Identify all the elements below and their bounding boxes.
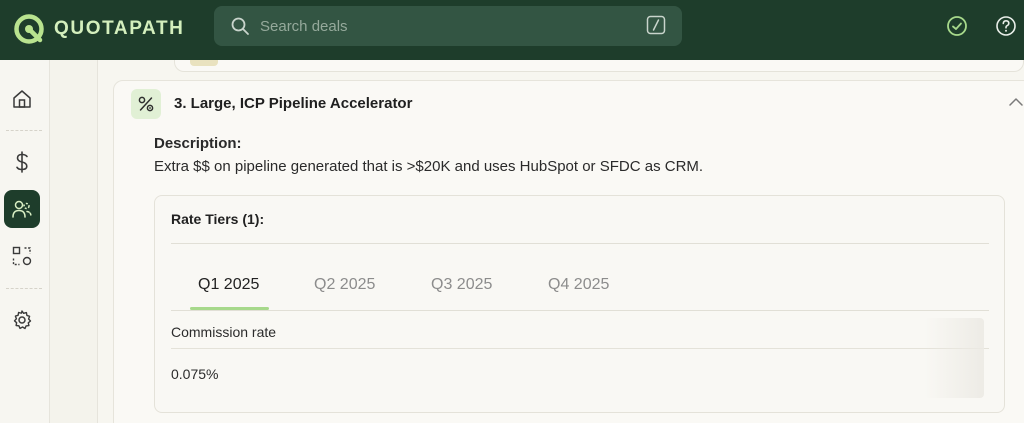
nav-divider [6,130,42,131]
nav-commissions[interactable] [4,143,40,181]
nav-assignments[interactable] [4,237,40,275]
help-icon[interactable] [995,15,1017,37]
blurred-area [924,318,984,398]
previous-card-tab [190,60,218,66]
search-icon [231,17,249,35]
users-icon [12,200,32,218]
check-circle-icon[interactable] [946,15,968,37]
description-text: Extra $$ on pipeline generated that is >… [154,158,704,175]
previous-card-edge [174,60,1024,72]
nav-divider [6,288,42,289]
accelerator-icon-badge [131,89,161,119]
secondary-gutter [50,60,98,423]
home-icon [13,90,31,108]
logo[interactable]: QUOTAPATH [12,10,185,48]
brand-name: QUOTAPATH [54,18,185,39]
nav-home[interactable] [4,80,40,118]
search-bar[interactable] [214,6,682,46]
rate-tiers-label: Rate Tiers (1): [171,211,265,227]
tab-q3-2025[interactable]: Q3 2025 [431,276,492,294]
tab-q2-2025[interactable]: Q2 2025 [314,276,375,294]
description-label: Description: [154,135,242,152]
tab-q1-2025[interactable]: Q1 2025 [198,276,259,294]
top-bar: QUOTAPATH [0,0,1024,60]
nav-team[interactable] [4,190,40,228]
commission-rate-value: 0.075% [171,366,219,382]
nav-settings[interactable] [4,301,40,339]
dollar-icon [16,151,28,173]
divider [171,348,989,349]
divider [171,243,989,244]
gear-icon [13,310,32,330]
tab-q4-2025[interactable]: Q4 2025 [548,276,609,294]
percent-icon [138,96,154,112]
search-input[interactable] [260,6,640,46]
card-title: 3. Large, ICP Pipeline Accelerator [174,95,413,112]
rate-tiers-panel [154,195,1005,413]
left-sidebar [0,60,50,423]
quotapath-logo-icon [14,14,44,44]
chevron-up-icon[interactable] [1008,96,1024,108]
divider [171,310,989,311]
commission-rate-header: Commission rate [171,324,277,340]
shapes-icon [12,246,32,266]
keyboard-shortcut-slash-icon [646,15,666,35]
